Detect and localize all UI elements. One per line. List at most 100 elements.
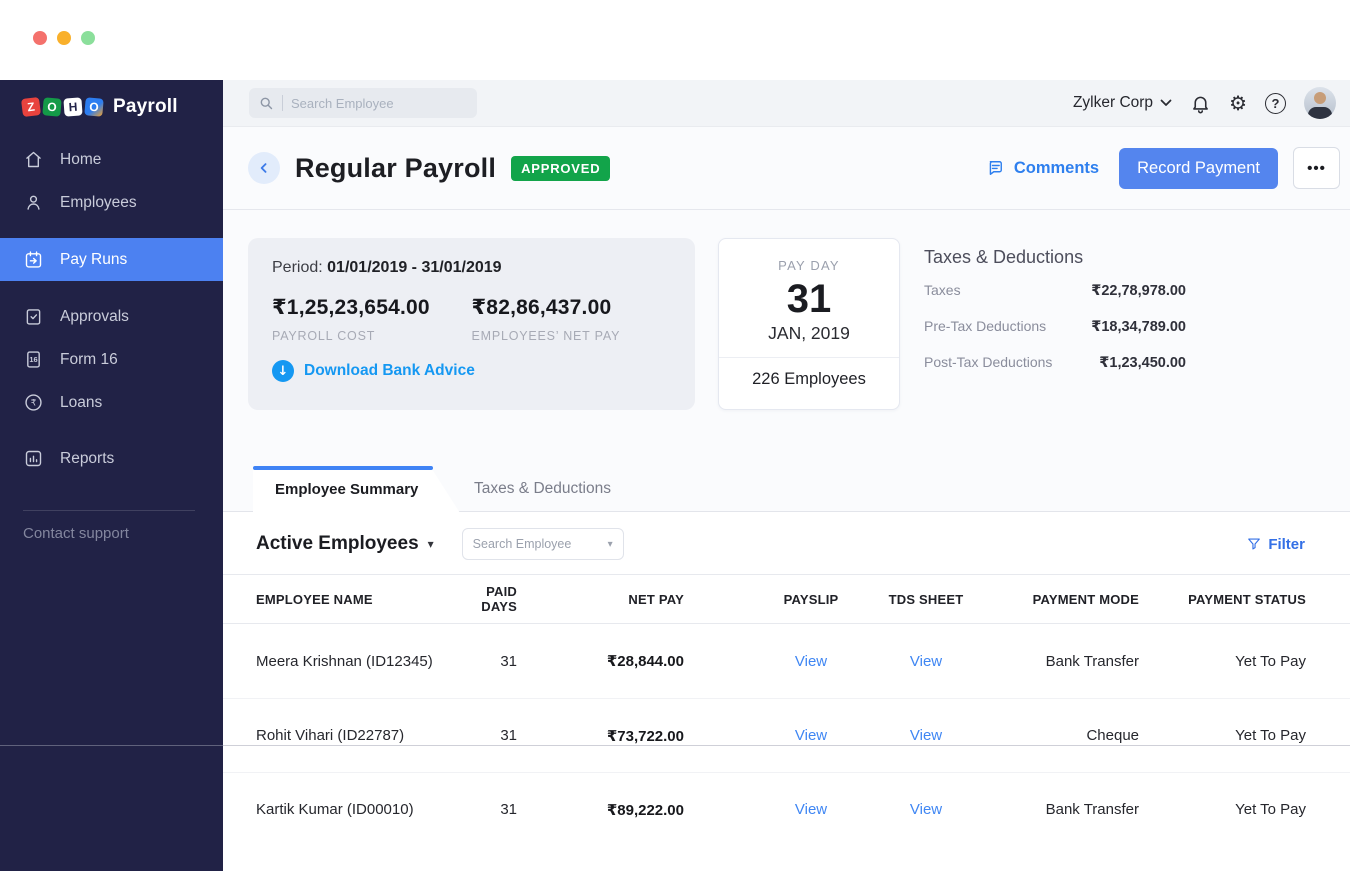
employee-name: Meera Krishnan (ID12345) [256,652,433,670]
logo-tile-z: Z [20,96,42,118]
global-search[interactable] [249,88,477,118]
sidebar-item-label: Reports [60,449,115,467]
gear-icon: ⚙ [1229,91,1247,115]
status-badge: APPROVED [511,155,611,181]
download-bank-advice-link[interactable]: ↓ Download Bank Advice [272,360,671,382]
table-row[interactable]: Meera Krishnan (ID12345) 31 ₹28,844.00 V… [223,624,1350,698]
filter-button[interactable]: Filter [1247,536,1305,553]
record-payment-button[interactable]: Record Payment [1119,147,1278,189]
sidebar-item-form-16[interactable]: 16 Form 16 [0,338,223,381]
sidebar-item-employees[interactable]: Employees [0,181,223,224]
sidebar-item-label: Form 16 [60,350,118,368]
tab-label: Employee Summary [275,480,419,498]
pay-runs-icon [25,251,42,268]
col-tds-sheet: TDS SHEET [888,591,964,607]
tax-label: Taxes [924,282,961,298]
maximize-window-icon[interactable] [81,31,95,45]
sidebar-item-approvals[interactable]: Approvals [0,295,223,338]
bell-icon [1193,96,1208,113]
sidebar-item-loans[interactable]: ₹ Loans [0,381,223,424]
col-net-pay: NET PAY [628,591,684,607]
header-actions: Comments Record Payment ••• [985,147,1340,189]
more-actions-button[interactable]: ••• [1293,147,1340,189]
employee-search-select[interactable]: Search Employee ▾ [461,528,624,560]
payday-employee-count: 226 Employees [752,370,866,388]
col-payment-status: PAYMENT STATUS [1188,591,1306,607]
payroll-cost-label: PAYROLL COST [272,329,376,343]
svg-text:16: 16 [29,355,37,364]
payroll-cost-value: ₹1,25,23,654.00 [272,296,430,319]
search-input[interactable] [291,95,441,111]
sidebar-item-home[interactable]: Home [0,138,223,181]
table-row[interactable]: Kartik Kumar (ID00010) 31 ₹89,222.00 Vie… [223,772,1350,846]
org-switcher[interactable]: Zylker Corp [1073,94,1172,112]
question-icon: ? [1265,92,1286,114]
employee-name: Rohit Vihari (ID22787) [256,727,405,744]
notifications-button[interactable] [1190,93,1211,114]
filter-label: Filter [1268,535,1305,553]
sidebar-item-label: Employees [60,193,137,211]
payment-status: Yet To Pay [1235,652,1306,670]
topbar: Zylker Corp ⚙ ? [223,80,1350,127]
col-payment-mode: PAYMENT MODE [1032,591,1139,607]
col-payslip: PAYSLIP [783,591,839,607]
user-avatar[interactable] [1304,87,1336,119]
comments-button[interactable]: Comments [985,158,1099,178]
sidebar-item-pay-runs[interactable]: Pay Runs [0,238,223,281]
reports-icon [25,450,42,467]
caret-down-icon: ▾ [427,537,434,551]
tab-taxes-deductions[interactable]: Taxes & Deductions [474,466,611,512]
tax-label: Post-Tax Deductions [924,354,1053,370]
tds-sheet-view-link[interactable]: View [884,801,1024,818]
tds-sheet-view-link[interactable]: View [884,727,1024,744]
employee-name: Kartik Kumar (ID00010) [256,801,414,818]
minimize-window-icon[interactable] [57,31,71,45]
search-icon [260,97,273,109]
employee-status-label: Active Employees [256,533,419,554]
ellipsis-icon: ••• [1307,159,1326,177]
table-row[interactable]: Rohit Vihari (ID22787) 31 ₹73,722.00 Vie… [223,698,1350,772]
avatar-torso [1308,107,1332,119]
contact-support-link[interactable]: Contact support [0,525,223,542]
payment-mode: Bank Transfer [1045,801,1139,818]
download-bank-advice-label: Download Bank Advice [304,362,475,379]
table-controls: Active Employees ▾ Search Employee ▾ Fil… [223,512,1350,561]
payslip-view-link[interactable]: View [684,801,884,818]
payday-card: PAY DAY 31 JAN, 2019 226 Employees [718,238,900,410]
window-controls [33,31,95,45]
sidebar: Z O H O Payroll Home Employees Pay Runs … [0,80,223,871]
payday-divider [719,357,899,358]
period-label: Period: [272,259,323,276]
close-window-icon[interactable] [33,31,47,45]
tax-label: Pre-Tax Deductions [924,318,1047,334]
main-content: Regular Payroll APPROVED Comments Record… [223,127,1350,871]
employee-status-dropdown[interactable]: Active Employees ▾ [256,533,434,555]
paid-days: 31 [500,652,517,670]
download-icon: ↓ [272,360,294,382]
sidebar-nav: Home Employees Pay Runs Approvals 16 For… [0,138,223,480]
product-name: Payroll [113,96,178,117]
payday-day: 31 [786,277,832,321]
org-name: Zylker Corp [1072,94,1154,111]
payment-status: Yet To Pay [1235,727,1306,744]
tds-sheet-view-link[interactable]: View [884,653,1024,670]
back-button[interactable] [248,152,280,184]
logo-tile-h: H [63,97,83,117]
payslip-view-link[interactable]: View [684,727,884,744]
help-button[interactable]: ? [1265,92,1286,114]
sidebar-item-reports[interactable]: Reports [0,437,223,480]
settings-button[interactable]: ⚙ [1229,93,1247,113]
form16-icon: 16 [27,351,40,368]
topbar-right-cluster: Zylker Corp ⚙ ? [1073,87,1336,119]
payment-status: Yet To Pay [1235,801,1306,818]
paid-days: 31 [500,801,517,818]
tax-row-post-tax: Post-Tax Deductions ₹1,23,450.00 [924,354,1186,376]
tab-employee-summary[interactable]: Employee Summary [253,466,460,513]
logo-tile-o2: O [84,97,104,117]
approvals-icon [26,309,41,325]
caret-down-icon: ▾ [607,538,613,550]
payment-mode: Cheque [1086,727,1139,744]
sidebar-item-label: Loans [60,393,103,411]
tax-value: ₹18,34,789.00 [1091,319,1186,335]
payslip-view-link[interactable]: View [684,653,884,670]
